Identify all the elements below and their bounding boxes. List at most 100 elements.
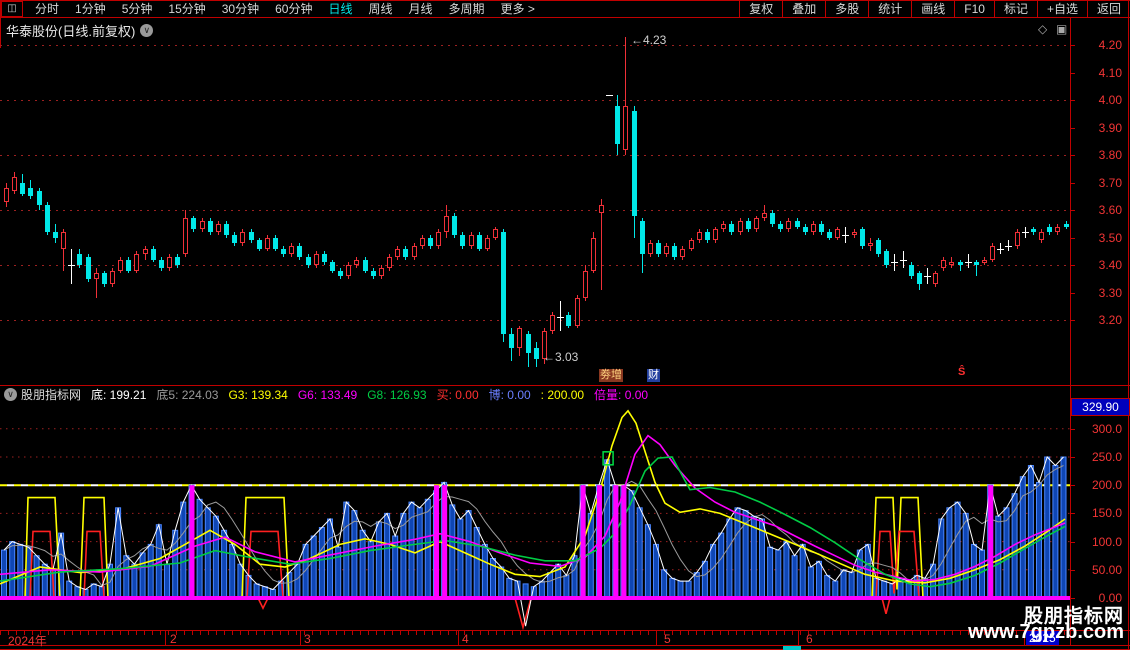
indicator-bar — [955, 502, 960, 598]
indicator-bar — [539, 581, 544, 598]
toolbar-tool-叠加[interactable]: 叠加 — [782, 1, 825, 17]
indicator-bar — [344, 502, 349, 598]
price-axis-label: 3.90 — [1080, 121, 1122, 135]
date-axis-label: 2024年 — [8, 632, 47, 649]
indicator-bar — [768, 547, 773, 598]
financial-report-badge[interactable]: 财 — [647, 369, 660, 382]
right-border — [1128, 0, 1129, 650]
candle-body — [557, 317, 564, 318]
toolbar-tool-多股[interactable]: 多股 — [825, 1, 868, 17]
volume-spike-magenta — [988, 485, 993, 598]
candle-body — [949, 262, 954, 265]
price-gridline — [0, 155, 1070, 156]
candle-body — [958, 262, 963, 265]
candle-body — [224, 224, 229, 235]
date-axis-label: 5 — [664, 632, 671, 646]
price-axis-label: 3.30 — [1080, 286, 1122, 300]
indicator-bar — [91, 584, 96, 598]
toolbar-period-15分钟[interactable]: 15分钟 — [160, 1, 213, 17]
window-layout-icon[interactable]: ◫ — [1, 1, 23, 17]
candle-body — [493, 229, 498, 237]
candle-body — [118, 260, 123, 271]
candle-body — [28, 188, 33, 196]
candle-body — [842, 235, 849, 236]
indicator-bar — [295, 564, 300, 598]
indicator-axis-tick — [1070, 513, 1075, 514]
candle-body — [990, 246, 995, 260]
candle-body — [452, 216, 457, 235]
arrow-left-icon: ← — [631, 33, 643, 47]
candle-body — [4, 188, 9, 202]
indicator-bar — [319, 528, 324, 599]
indicator-bar — [727, 519, 732, 598]
panel-icon[interactable]: ▣ — [1056, 22, 1067, 36]
candle-body — [721, 224, 726, 230]
indicator-bar — [42, 564, 47, 598]
chevron-down-icon[interactable]: ∨ — [140, 24, 153, 37]
candle-body — [77, 254, 82, 265]
candle-body — [835, 229, 840, 237]
candle-body — [876, 240, 881, 254]
candle-body — [354, 260, 359, 266]
indicator-bar — [222, 530, 227, 598]
toolbar-period-周线[interactable]: 周线 — [360, 1, 400, 17]
candle-body — [900, 260, 907, 261]
toolbar-period-60分钟[interactable]: 60分钟 — [267, 1, 320, 17]
price-axis-tick — [1070, 320, 1075, 321]
indicator-bar — [963, 513, 968, 598]
toolbar-period-5分钟[interactable]: 5分钟 — [114, 1, 161, 17]
candle-body — [45, 205, 50, 233]
price-gridline — [0, 45, 1070, 46]
candle-body — [640, 221, 645, 254]
watermark-url: www.7gpzb.com — [968, 621, 1124, 644]
toolbar-tool-画线[interactable]: 画线 — [911, 1, 954, 17]
toolbar-period-30分钟[interactable]: 30分钟 — [214, 1, 267, 17]
diamond-icon[interactable]: ◇ — [1038, 22, 1047, 36]
price-axis-tick — [1070, 293, 1075, 294]
candle-body — [1039, 232, 1044, 240]
indicator-svg — [0, 400, 1070, 632]
date-axis-label: 3 — [304, 632, 311, 646]
issuance-event-badge[interactable]: 劵增 — [599, 369, 623, 382]
indicator-bar — [548, 573, 553, 598]
candle-body — [680, 249, 685, 257]
candle-body — [379, 268, 384, 276]
toolbar-tool-统计[interactable]: 统计 — [868, 1, 911, 17]
axis-column-divider — [1070, 17, 1071, 646]
top-toolbar: ◫ 分时1分钟5分钟15分钟30分钟60分钟日线周线月线多周期更多 > 复权叠加… — [0, 1, 1130, 17]
candle-body — [444, 216, 449, 233]
candle-body — [412, 246, 417, 257]
candle-body — [1047, 227, 1052, 233]
indicator-bar — [34, 556, 39, 598]
candle-body — [167, 257, 172, 268]
toolbar-period-更多 >[interactable]: 更多 > — [493, 1, 543, 17]
candle-body — [240, 232, 245, 243]
toolbar-tool-F10[interactable]: F10 — [954, 1, 994, 17]
candle-body — [891, 262, 898, 263]
toolbar-period-1分钟[interactable]: 1分钟 — [67, 1, 114, 17]
toolbar-period-月线[interactable]: 月线 — [401, 1, 441, 17]
candle-body — [672, 246, 677, 257]
candle-body — [778, 224, 783, 230]
toolbar-period-日线[interactable]: 日线 — [320, 1, 360, 17]
app-window: ◫ 分时1分钟5分钟15分钟30分钟60分钟日线周线月线多周期更多 > 复权叠加… — [0, 0, 1130, 650]
indicator-bar — [18, 544, 23, 598]
toolbar-tool-标记[interactable]: 标记 — [994, 1, 1037, 17]
candle-body — [436, 232, 441, 246]
indicator-bar — [1045, 457, 1050, 598]
price-axis-tick — [1070, 45, 1075, 46]
toolbar-tool-返回[interactable]: 返回 — [1087, 1, 1130, 17]
indicator-bar — [474, 528, 479, 599]
candle-body — [762, 213, 767, 219]
candle-body — [795, 221, 800, 227]
toolbar-tool-+自选[interactable]: +自选 — [1037, 1, 1087, 17]
indicator-bar — [980, 550, 985, 598]
indicator-bar — [458, 519, 463, 598]
candle-body — [1022, 232, 1029, 233]
candle-body — [803, 227, 808, 233]
toolbar-period-多周期[interactable]: 多周期 — [441, 1, 493, 17]
toolbar-period-分时[interactable]: 分时 — [27, 1, 67, 17]
candle-body — [566, 315, 571, 326]
indicator-bar — [254, 584, 259, 598]
toolbar-tool-复权[interactable]: 复权 — [739, 1, 782, 17]
